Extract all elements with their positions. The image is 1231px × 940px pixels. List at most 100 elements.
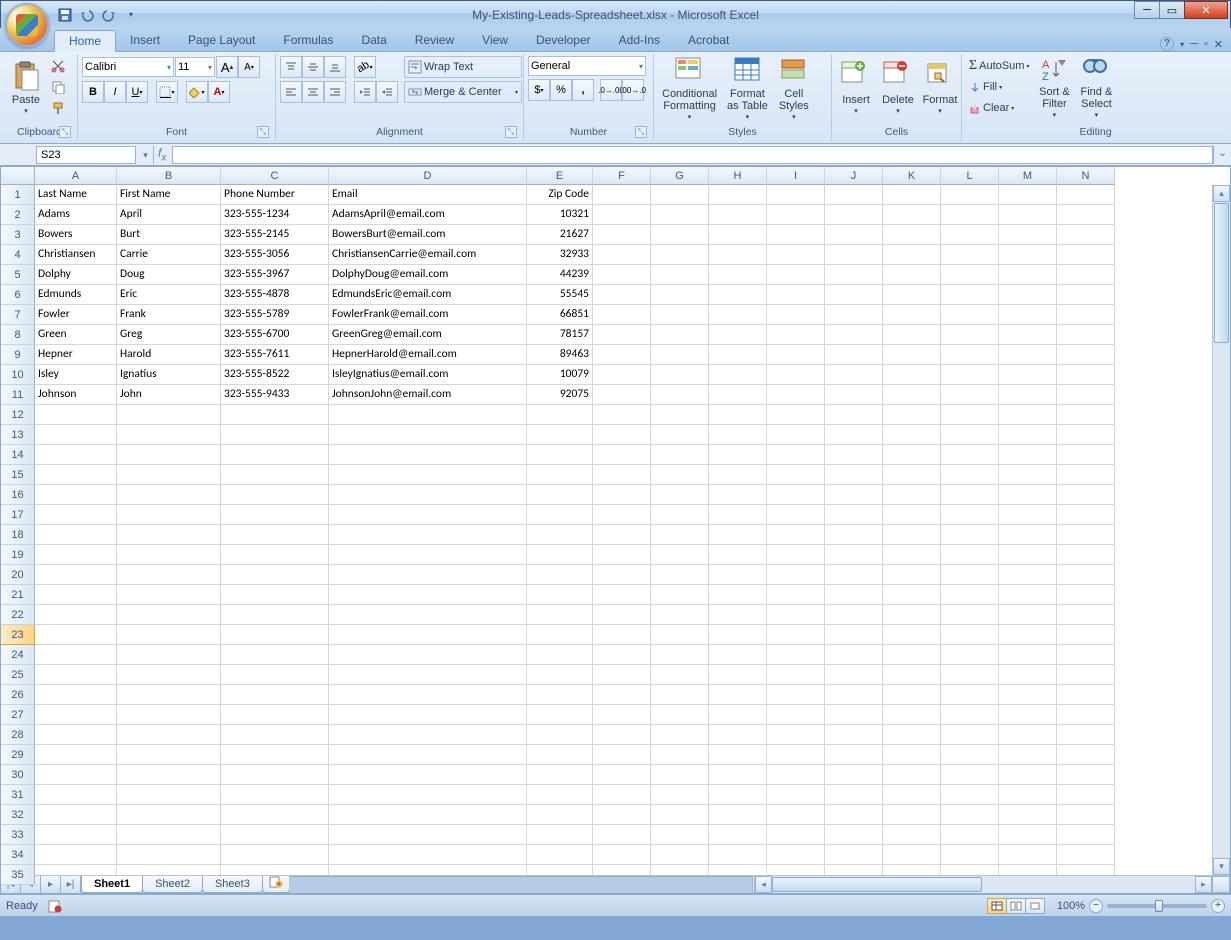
cell-K2[interactable] (883, 205, 941, 225)
cell-I4[interactable] (767, 245, 825, 265)
cell-E9[interactable]: 89463 (527, 345, 593, 365)
cell-F23[interactable] (593, 625, 651, 645)
font-size-combo[interactable]: 11▾ (175, 57, 215, 77)
row-header-12[interactable]: 12 (1, 405, 35, 425)
cell-L3[interactable] (941, 225, 999, 245)
tab-home[interactable]: Home (54, 30, 116, 52)
cell-J35[interactable] (825, 865, 883, 875)
cell-C33[interactable] (221, 825, 329, 845)
cell-C2[interactable]: 323-555-1234 (221, 205, 329, 225)
cell-L1[interactable] (941, 185, 999, 205)
cell-E33[interactable] (527, 825, 593, 845)
cell-H13[interactable] (709, 425, 767, 445)
cell-N33[interactable] (1057, 825, 1115, 845)
cell-I20[interactable] (767, 565, 825, 585)
cell-A15[interactable] (35, 465, 117, 485)
cell-G13[interactable] (651, 425, 709, 445)
cell-D29[interactable] (329, 745, 527, 765)
formula-input[interactable] (172, 146, 1213, 164)
cell-B30[interactable] (117, 765, 221, 785)
cell-L15[interactable] (941, 465, 999, 485)
cell-C21[interactable] (221, 585, 329, 605)
border-button[interactable]: ▾ (156, 81, 178, 103)
cell-N25[interactable] (1057, 665, 1115, 685)
cell-L11[interactable] (941, 385, 999, 405)
row-header-33[interactable]: 33 (1, 825, 35, 845)
italic-button[interactable]: I (104, 81, 126, 103)
hscroll-thumb[interactable] (772, 877, 982, 892)
cell-B5[interactable]: Doug (117, 265, 221, 285)
cell-I1[interactable] (767, 185, 825, 205)
cell-N10[interactable] (1057, 365, 1115, 385)
cell-D7[interactable]: FowlerFrank@email.com (329, 305, 527, 325)
cell-H10[interactable] (709, 365, 767, 385)
cell-I3[interactable] (767, 225, 825, 245)
cell-E21[interactable] (527, 585, 593, 605)
cell-A32[interactable] (35, 805, 117, 825)
row-header-26[interactable]: 26 (1, 685, 35, 705)
cell-D33[interactable] (329, 825, 527, 845)
cell-I12[interactable] (767, 405, 825, 425)
cell-B13[interactable] (117, 425, 221, 445)
cell-N5[interactable] (1057, 265, 1115, 285)
cell-I23[interactable] (767, 625, 825, 645)
percent-button[interactable]: % (550, 79, 572, 101)
cell-I5[interactable] (767, 265, 825, 285)
col-header-B[interactable]: B (117, 167, 221, 185)
number-format-combo[interactable]: General▾ (528, 56, 646, 76)
cell-B26[interactable] (117, 685, 221, 705)
cell-E32[interactable] (527, 805, 593, 825)
cell-N4[interactable] (1057, 245, 1115, 265)
col-header-F[interactable]: F (593, 167, 651, 185)
cell-M21[interactable] (999, 585, 1057, 605)
cell-I8[interactable] (767, 325, 825, 345)
cell-I26[interactable] (767, 685, 825, 705)
cell-A25[interactable] (35, 665, 117, 685)
cell-J16[interactable] (825, 485, 883, 505)
cell-B12[interactable] (117, 405, 221, 425)
cell-I18[interactable] (767, 525, 825, 545)
cell-N14[interactable] (1057, 445, 1115, 465)
cell-E8[interactable]: 78157 (527, 325, 593, 345)
cell-G28[interactable] (651, 725, 709, 745)
cell-J15[interactable] (825, 465, 883, 485)
align-middle-button[interactable] (302, 56, 324, 78)
cell-G2[interactable] (651, 205, 709, 225)
macro-record-icon[interactable] (48, 899, 62, 913)
cell-K8[interactable] (883, 325, 941, 345)
cell-D13[interactable] (329, 425, 527, 445)
cell-F8[interactable] (593, 325, 651, 345)
cell-M5[interactable] (999, 265, 1057, 285)
cell-M33[interactable] (999, 825, 1057, 845)
cell-M26[interactable] (999, 685, 1057, 705)
cell-E16[interactable] (527, 485, 593, 505)
cell-A13[interactable] (35, 425, 117, 445)
cell-C5[interactable]: 323-555-3967 (221, 265, 329, 285)
tab-data[interactable]: Data (347, 30, 400, 51)
cell-D5[interactable]: DolphyDoug@email.com (329, 265, 527, 285)
row-header-29[interactable]: 29 (1, 745, 35, 765)
cell-K26[interactable] (883, 685, 941, 705)
cell-F11[interactable] (593, 385, 651, 405)
cell-B2[interactable]: April (117, 205, 221, 225)
cell-K5[interactable] (883, 265, 941, 285)
cell-K22[interactable] (883, 605, 941, 625)
cell-F18[interactable] (593, 525, 651, 545)
cell-M2[interactable] (999, 205, 1057, 225)
cell-M8[interactable] (999, 325, 1057, 345)
cell-D24[interactable] (329, 645, 527, 665)
cell-I7[interactable] (767, 305, 825, 325)
cell-A17[interactable] (35, 505, 117, 525)
cell-C25[interactable] (221, 665, 329, 685)
cell-K12[interactable] (883, 405, 941, 425)
cell-I27[interactable] (767, 705, 825, 725)
cell-G29[interactable] (651, 745, 709, 765)
cell-I2[interactable] (767, 205, 825, 225)
cell-F2[interactable] (593, 205, 651, 225)
cell-M19[interactable] (999, 545, 1057, 565)
cell-B17[interactable] (117, 505, 221, 525)
cell-J33[interactable] (825, 825, 883, 845)
cell-J29[interactable] (825, 745, 883, 765)
row-header-25[interactable]: 25 (1, 665, 35, 685)
cell-C31[interactable] (221, 785, 329, 805)
